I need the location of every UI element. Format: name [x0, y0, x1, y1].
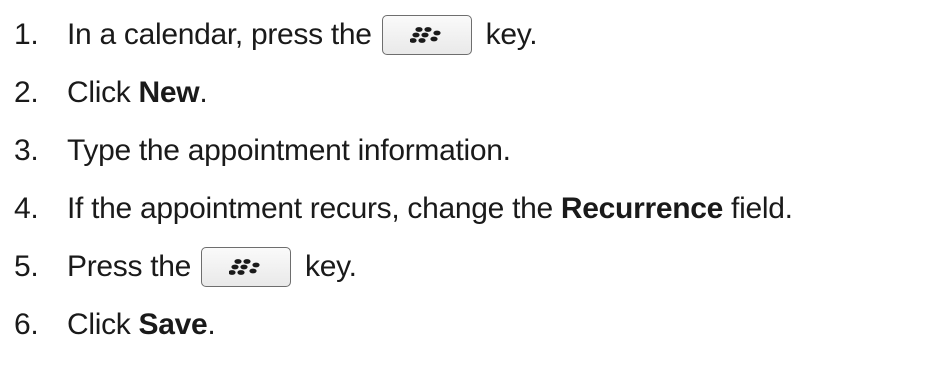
step-keyword: Recurrence — [560, 192, 724, 225]
step-number: 6. — [14, 308, 39, 341]
step-text-end: key. — [305, 250, 357, 283]
step-text-end: key. — [485, 18, 538, 51]
blackberry-menu-key-icon — [381, 15, 472, 55]
step-number: 5. — [14, 250, 39, 283]
step-number: 1. — [14, 18, 39, 51]
step-6: 6. Click Save . — [14, 296, 793, 354]
step-number: 4. — [14, 192, 39, 225]
step-text: Click — [67, 308, 139, 341]
step-3: 3. Type the appointment information. — [14, 122, 793, 180]
step-text-end: field. — [723, 192, 793, 225]
step-text: Type the appointment information. — [67, 134, 511, 167]
step-1: 1. In a calendar, press the key. — [14, 6, 793, 64]
step-5: 5. Press the key. — [14, 238, 793, 296]
step-keyword: Save — [138, 308, 208, 341]
step-text: Press the — [67, 250, 192, 283]
step-4: 4. If the appointment recurs, change the… — [14, 180, 793, 238]
step-number: 3. — [14, 134, 39, 167]
step-text-end: . — [199, 76, 208, 109]
step-text-end: . — [207, 308, 216, 341]
blackberry-menu-key-icon — [201, 247, 292, 287]
step-number: 2. — [14, 76, 39, 109]
step-keyword: New — [138, 76, 200, 109]
instruction-steps: 1. In a calendar, press the key. 2. Clic… — [14, 6, 793, 354]
step-text: Click — [67, 76, 139, 109]
step-2: 2. Click New . — [14, 64, 793, 122]
step-text: In a calendar, press the — [67, 18, 372, 51]
step-text: If the appointment recurs, change the — [67, 192, 561, 225]
